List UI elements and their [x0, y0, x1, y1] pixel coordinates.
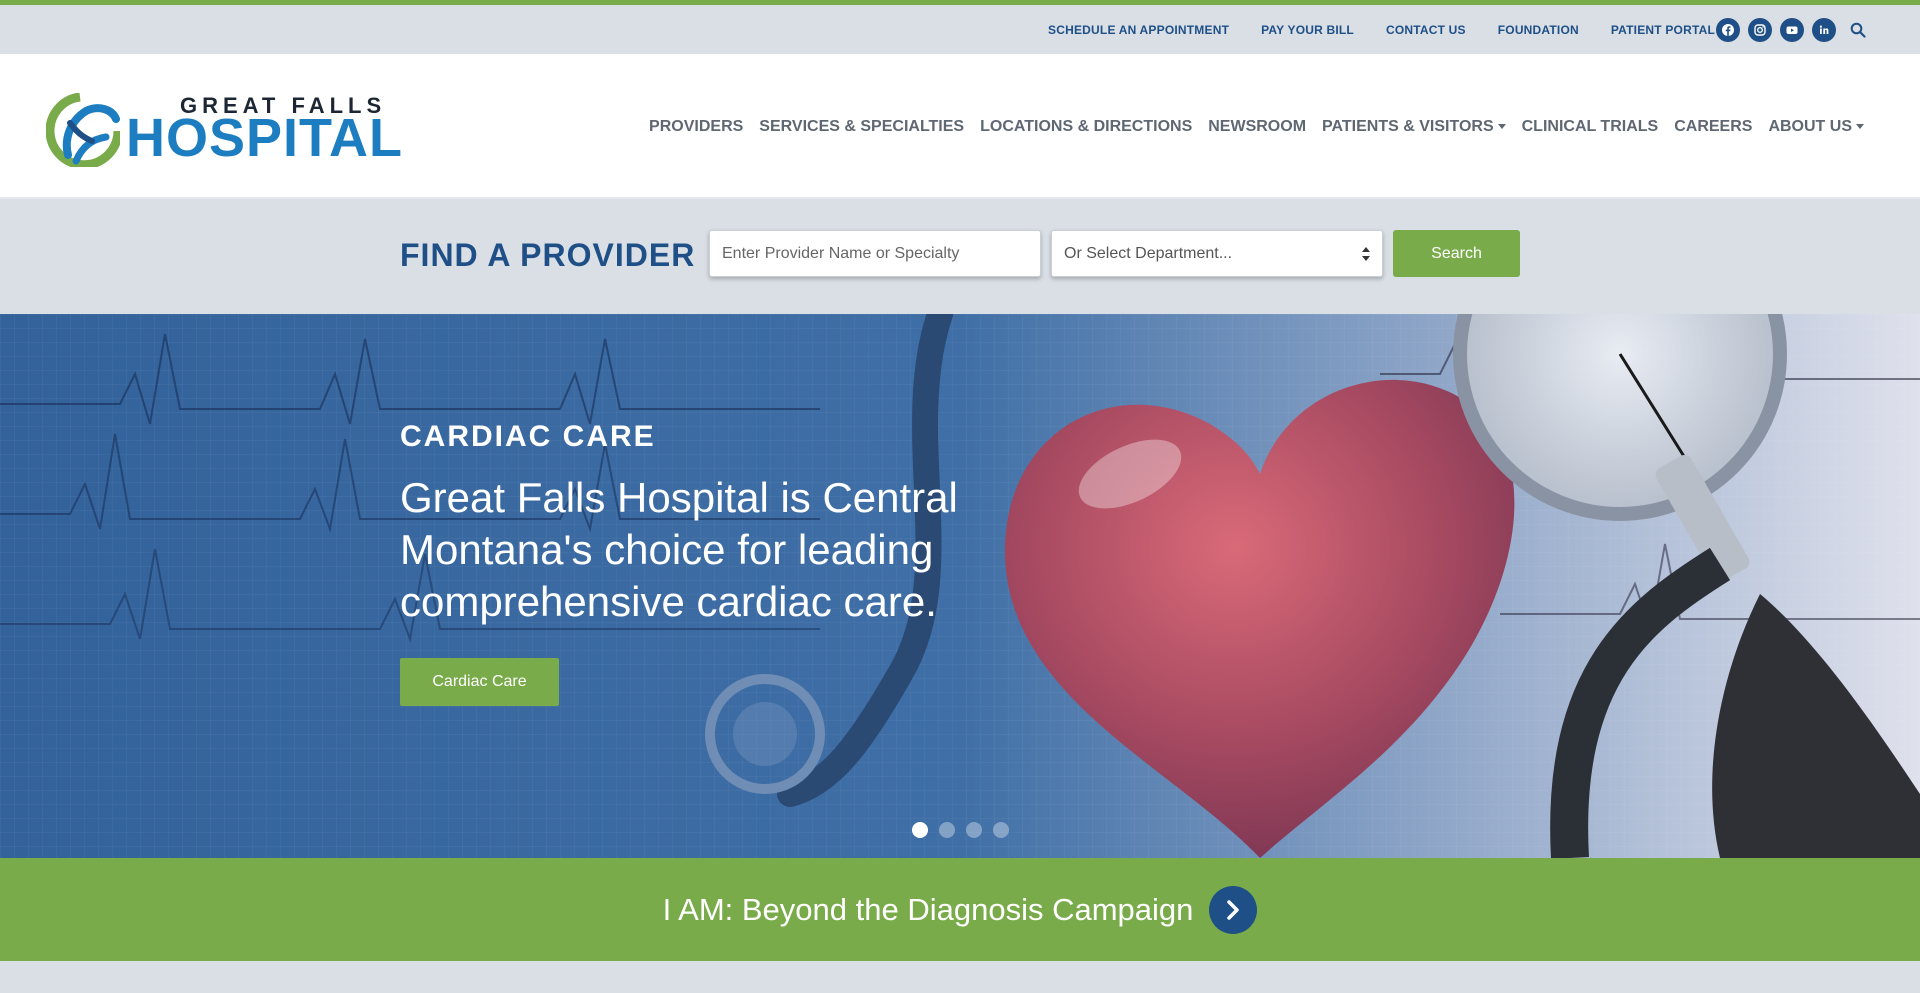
carousel-dots: [912, 822, 1009, 838]
social-links: [1716, 5, 1870, 54]
provider-search-button[interactable]: Search: [1393, 230, 1520, 277]
nav-label: CLINICAL TRIALS: [1521, 117, 1659, 135]
nav-careers[interactable]: CAREERS: [1674, 118, 1752, 136]
chevron-right-icon: [1227, 899, 1240, 920]
hero-carousel: CARDIAC CARE Great Falls Hospital is Cen…: [0, 314, 1920, 858]
utility-links: SCHEDULE AN APPOINTMENT PAY YOUR BILL CO…: [1048, 5, 1715, 54]
nav-label: PROVIDERS: [649, 117, 744, 135]
find-provider-section: FIND A PROVIDER Or Select Department... …: [0, 199, 1920, 314]
campaign-arrow-button[interactable]: [1209, 885, 1258, 934]
nav-label: CAREERS: [1674, 117, 1753, 135]
nav-patients-visitors[interactable]: PATIENTS & VISITORS: [1322, 118, 1506, 136]
hospital-logo[interactable]: GREAT FALLS HOSPITAL: [46, 87, 426, 167]
select-arrows-icon: [1362, 247, 1370, 261]
linkedin-icon[interactable]: [1812, 17, 1836, 42]
nav-newsroom[interactable]: NEWSROOM: [1208, 118, 1306, 136]
cardiac-care-button[interactable]: Cardiac Care: [400, 658, 559, 706]
instagram-icon[interactable]: [1748, 17, 1772, 42]
utility-link-schedule[interactable]: SCHEDULE AN APPOINTMENT: [1048, 23, 1229, 37]
campaign-banner[interactable]: I AM: Beyond the Diagnosis Campaign: [0, 858, 1920, 961]
caret-down-icon: [1856, 124, 1864, 129]
nav-locations-directions[interactable]: LOCATIONS & DIRECTIONS: [980, 118, 1192, 136]
utility-link-patient-portal[interactable]: PATIENT PORTAL: [1611, 23, 1715, 37]
nav-label: NEWSROOM: [1208, 117, 1307, 135]
utility-bar: SCHEDULE AN APPOINTMENT PAY YOUR BILL CO…: [0, 5, 1920, 54]
department-select[interactable]: Or Select Department...: [1051, 230, 1383, 277]
utility-link-foundation[interactable]: FOUNDATION: [1498, 23, 1579, 37]
nav-about-us[interactable]: ABOUT US: [1768, 118, 1864, 136]
logo-mark-icon: [46, 93, 120, 167]
nav-services-specialties[interactable]: SERVICES & SPECIALTIES: [759, 118, 964, 136]
nav-label: PATIENTS & VISITORS: [1322, 117, 1494, 135]
search-icon[interactable]: [1846, 18, 1870, 42]
page-bottom-strip: [0, 961, 1920, 993]
nav-clinical-trials[interactable]: CLINICAL TRIALS: [1522, 118, 1659, 136]
site-header: GREAT FALLS HOSPITAL PROVIDERS SERVICES …: [0, 54, 1920, 199]
campaign-text: I AM: Beyond the Diagnosis Campaign: [662, 891, 1194, 927]
carousel-dot-4[interactable]: [993, 822, 1009, 838]
caret-down-icon: [1497, 124, 1506, 129]
carousel-dot-1[interactable]: [912, 822, 928, 838]
logo-text-main: HOSPITAL: [126, 108, 403, 168]
facebook-icon[interactable]: [1716, 17, 1740, 42]
utility-link-contact[interactable]: CONTACT US: [1386, 23, 1466, 37]
hero-eyebrow: CARDIAC CARE: [400, 420, 656, 453]
main-nav: PROVIDERS SERVICES & SPECIALTIES LOCATIO…: [649, 54, 1864, 199]
utility-link-pay-bill[interactable]: PAY YOUR BILL: [1261, 23, 1354, 37]
hero-headline: Great Falls Hospital is Central Montana'…: [400, 474, 958, 625]
find-provider-title: FIND A PROVIDER: [400, 237, 696, 273]
department-select-value: Or Select Department...: [1064, 244, 1233, 262]
nav-providers[interactable]: PROVIDERS: [649, 118, 743, 136]
nav-label: ABOUT US: [1768, 117, 1852, 135]
carousel-dot-2[interactable]: [939, 822, 955, 838]
provider-search-input[interactable]: [709, 230, 1041, 277]
nav-label: SERVICES & SPECIALTIES: [759, 117, 965, 135]
youtube-icon[interactable]: [1780, 17, 1804, 42]
carousel-dot-3[interactable]: [966, 822, 982, 838]
nav-label: LOCATIONS & DIRECTIONS: [980, 117, 1193, 135]
